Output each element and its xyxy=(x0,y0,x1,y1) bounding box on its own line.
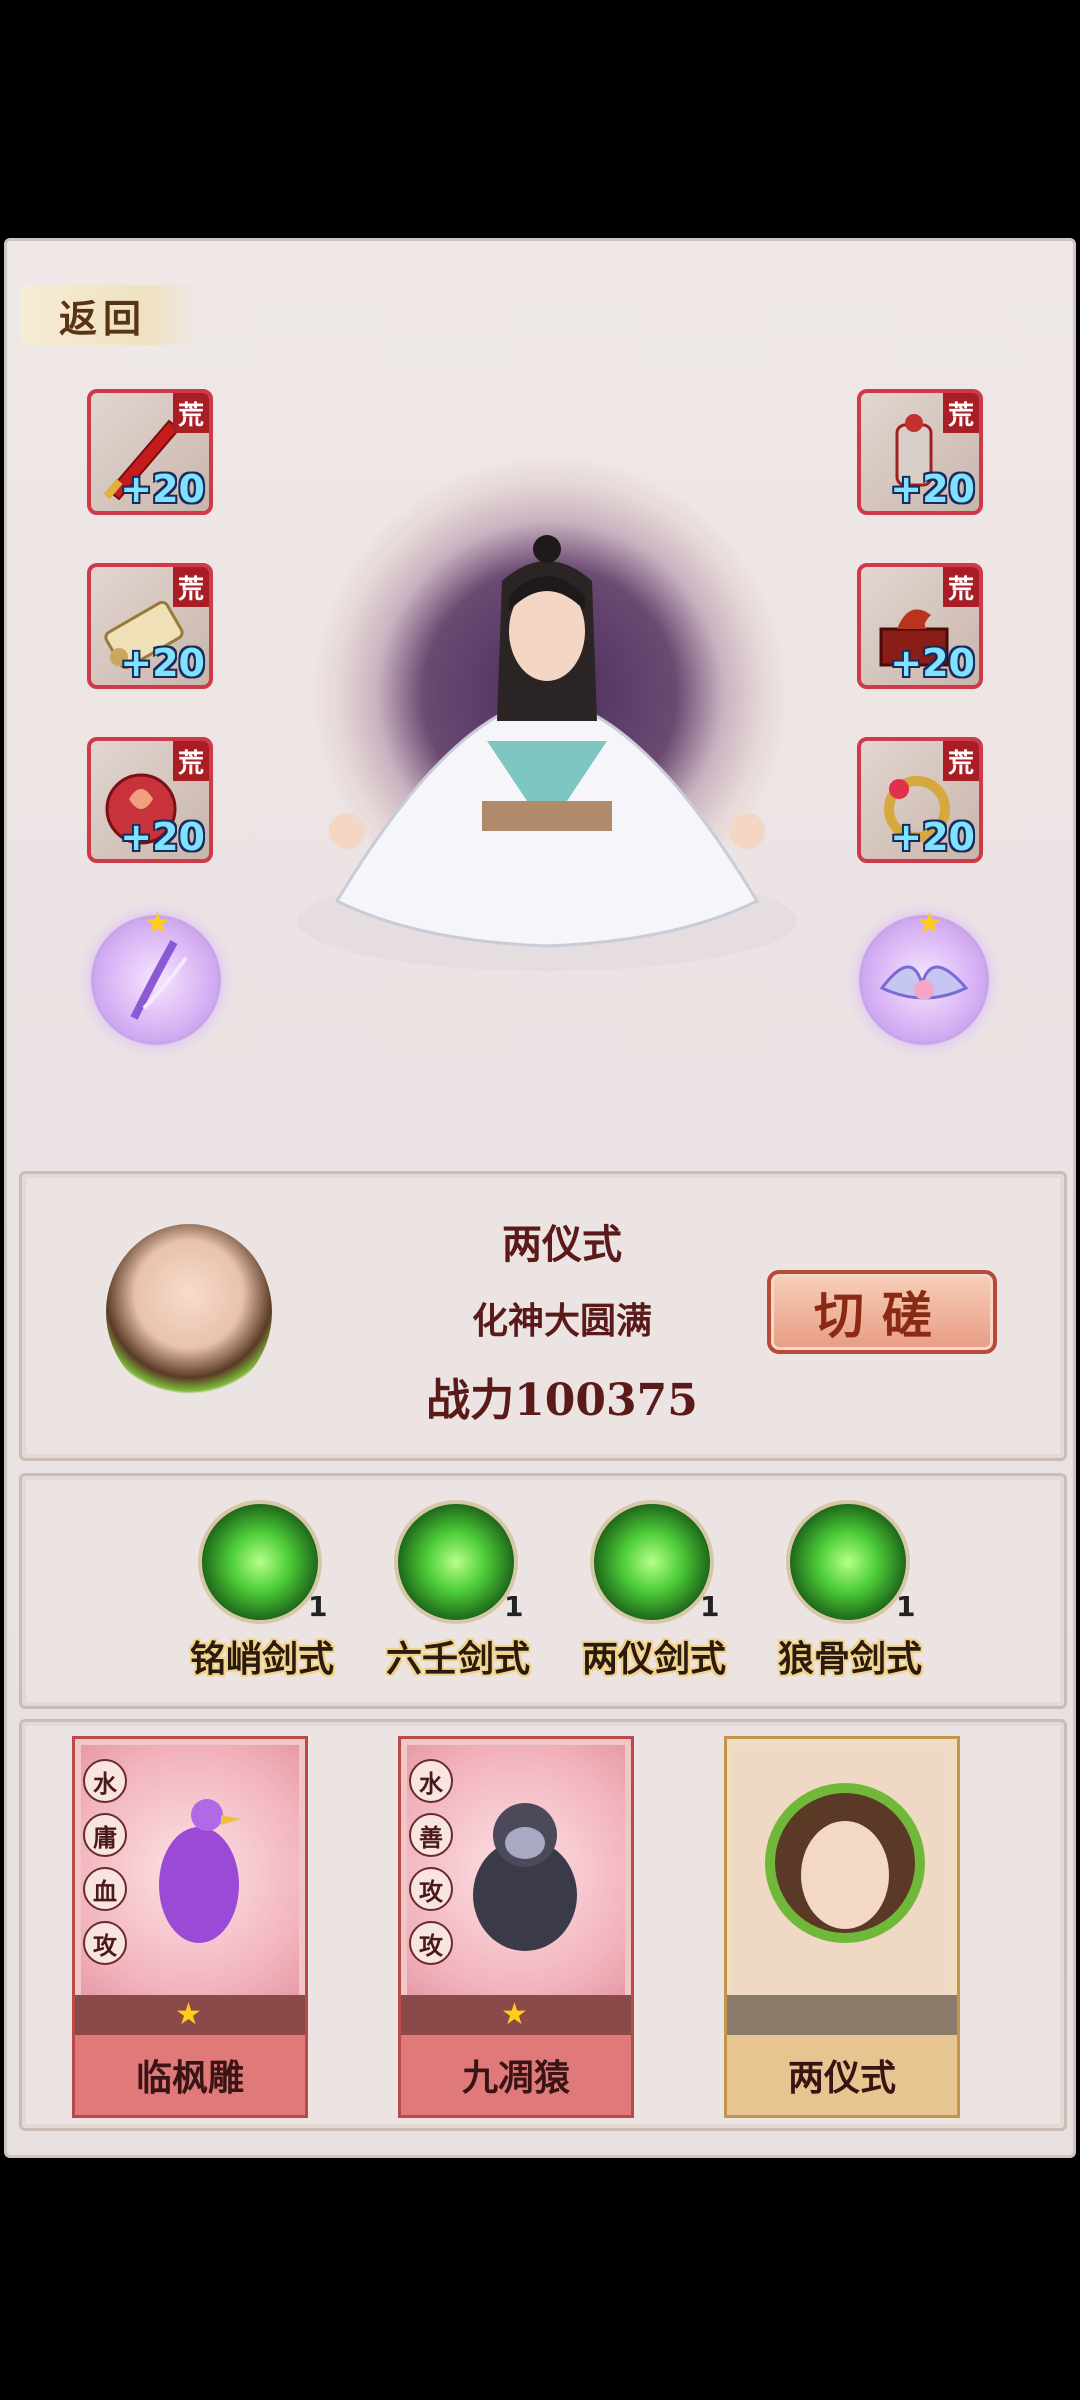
rarity-tag: 荒 xyxy=(173,741,209,781)
skill-name: 六壬剑式 xyxy=(385,1638,530,1680)
duel-button[interactable]: 切磋 xyxy=(767,1270,997,1354)
star-band: ★ xyxy=(75,1995,305,2035)
skill-name: 两仪剑式 xyxy=(581,1638,726,1680)
back-label: 返回 xyxy=(59,295,148,341)
cultivation-realm: 化神大圆满 xyxy=(471,1300,652,1342)
pet-name: 临枫雕 xyxy=(75,2035,305,2115)
attribute-badge: 善 xyxy=(409,1813,453,1857)
star-icon: ★ xyxy=(501,1997,528,2032)
equip-slot-pouch[interactable]: 荒 +20 xyxy=(87,737,213,863)
treasure-orb-left[interactable]: ★ xyxy=(91,906,221,1045)
duel-label: 切磋 xyxy=(814,1286,950,1345)
attribute-badge: 攻 xyxy=(409,1867,453,1911)
attribute-list: 水 善 攻 攻 xyxy=(409,1759,453,1975)
skill-name: 狼骨剑式 xyxy=(777,1638,922,1680)
vortex-skill-icon xyxy=(786,1500,910,1624)
combat-power: 战力100375 xyxy=(426,1375,698,1426)
character-art xyxy=(733,1745,951,1999)
rarity-tag: 荒 xyxy=(943,393,979,433)
rarity-tag: 荒 xyxy=(943,741,979,781)
enhance-level: +20 xyxy=(890,467,975,511)
character-card[interactable]: 两仪式 xyxy=(724,1736,960,2118)
enhance-level: +20 xyxy=(890,815,975,859)
equip-slot-armor[interactable]: 荒 +20 xyxy=(857,389,983,515)
attribute-badge: 水 xyxy=(409,1759,453,1803)
attribute-badge: 攻 xyxy=(83,1921,127,1965)
skill-level: 1 xyxy=(308,1590,328,1623)
skills-panel: 1 铭峭剑式 1 六壬剑式 1 两仪剑式 1 狼骨剑式 xyxy=(19,1473,1067,1709)
attribute-badge: 攻 xyxy=(409,1921,453,1965)
star-band xyxy=(727,1995,957,2035)
enhance-level: +20 xyxy=(120,641,205,685)
skill-name: 铭峭剑式 xyxy=(189,1638,334,1680)
meditation-skill-icon xyxy=(394,1500,518,1624)
team-panel: 水 庸 血 攻 ★ 临枫雕 水 善 攻 攻 ★ 九凋猿 两仪式 xyxy=(19,1719,1067,2131)
skill-level: 1 xyxy=(504,1590,524,1623)
character-panel: 返回 荒 +20 荒 +20 荒 +20 ★ 荒 +20 荒 +20 荒 +20… xyxy=(4,238,1076,2158)
character-name: 两仪式 xyxy=(727,2035,957,2115)
character-name: 两仪式 xyxy=(502,1221,622,1268)
attribute-list: 水 庸 血 攻 xyxy=(83,1759,127,1975)
pet-card[interactable]: 水 庸 血 攻 ★ 临枫雕 xyxy=(72,1736,308,2118)
rarity-tag: 荒 xyxy=(173,393,209,433)
star-icon: ★ xyxy=(175,1997,202,2032)
skill-level: 1 xyxy=(896,1590,916,1623)
equip-slot-ring[interactable]: 荒 +20 xyxy=(857,737,983,863)
tree-skill-icon xyxy=(198,1500,322,1624)
character-info-panel: 两仪式 化神大圆满 战力100375 切磋 xyxy=(19,1171,1067,1461)
back-button[interactable]: 返回 xyxy=(21,285,201,345)
pet-name: 九凋猿 xyxy=(401,2035,631,2115)
star-icon: ★ xyxy=(916,906,943,941)
equip-slot-sword[interactable]: 荒 +20 xyxy=(87,389,213,515)
flame-skill-icon xyxy=(590,1500,714,1624)
character-portrait-icon xyxy=(765,1783,925,1943)
enhance-level: +20 xyxy=(120,467,205,511)
equip-slot-chest[interactable]: 荒 +20 xyxy=(857,563,983,689)
skill-slot[interactable]: 1 六壬剑式 xyxy=(368,1500,548,1700)
attribute-badge: 血 xyxy=(83,1867,127,1911)
skill-slot[interactable]: 1 狼骨剑式 xyxy=(760,1500,940,1700)
skill-slot[interactable]: 1 铭峭剑式 xyxy=(172,1500,352,1700)
character-portrait xyxy=(106,1224,272,1400)
hero-figure xyxy=(297,535,797,971)
attribute-badge: 庸 xyxy=(83,1813,127,1857)
skill-slot[interactable]: 1 两仪剑式 xyxy=(564,1500,744,1700)
rarity-tag: 荒 xyxy=(943,567,979,607)
rarity-tag: 荒 xyxy=(173,567,209,607)
enhance-level: +20 xyxy=(890,641,975,685)
treasure-orb-right[interactable]: ★ xyxy=(859,906,989,1045)
star-icon: ★ xyxy=(144,906,171,941)
skill-level: 1 xyxy=(700,1590,720,1623)
equip-slot-scroll[interactable]: 荒 +20 xyxy=(87,563,213,689)
pet-card[interactable]: 水 善 攻 攻 ★ 九凋猿 xyxy=(398,1736,634,2118)
attribute-badge: 水 xyxy=(83,1759,127,1803)
enhance-level: +20 xyxy=(120,815,205,859)
star-band: ★ xyxy=(401,1995,631,2035)
